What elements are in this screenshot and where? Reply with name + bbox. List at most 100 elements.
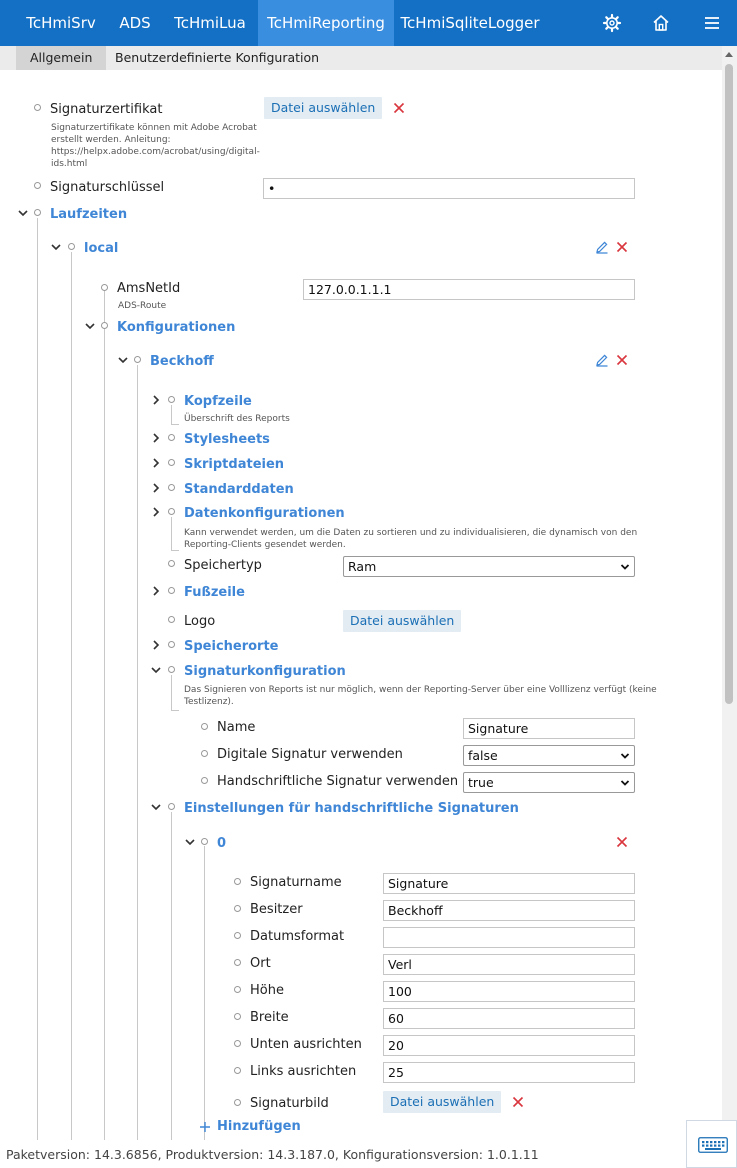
close-icon[interactable] [616, 354, 628, 366]
handschriftliche-signatur-select[interactable]: true [463, 772, 635, 793]
digitale-signatur-label: Digitale Signatur verwenden [217, 747, 403, 762]
chevron-right-icon[interactable] [150, 457, 162, 469]
tree-node-dot [168, 803, 175, 810]
signaturzertifikat-file-button[interactable]: Datei auswählen [264, 97, 383, 119]
close-icon[interactable] [393, 102, 405, 114]
datumsformat-label: Datumsformat [250, 929, 345, 944]
chevron-down-icon [620, 564, 630, 570]
unten-ausrichten-input[interactable]: 20 [383, 1035, 635, 1056]
kopfzeile-description: Überschrift des Reports [184, 414, 290, 424]
scroll-up-arrow-icon[interactable] [725, 52, 733, 57]
konfigurationen-group[interactable]: Konfigurationen [117, 320, 235, 335]
hoehe-input[interactable]: 100 [383, 981, 635, 1002]
description-line: ids.html [51, 159, 88, 169]
chevron-right-icon[interactable] [150, 394, 162, 406]
tab-ads[interactable]: ADS [108, 0, 162, 46]
speichertyp-select[interactable]: Ram [343, 556, 635, 577]
description-line: https://helpx.adobe.com/acrobat/using/di… [51, 147, 260, 157]
chevron-down-icon[interactable] [150, 801, 162, 813]
name-input[interactable]: Signature [463, 718, 635, 739]
sub-tabs: Allgemein Benutzerdefinierte Konfigurati… [0, 46, 722, 70]
chevron-down-icon[interactable] [184, 836, 196, 848]
tab-tchmisqlitelogger[interactable]: TcHmiSqliteLogger [396, 0, 544, 46]
ort-label: Ort [250, 956, 271, 971]
tree-node-dot [34, 209, 41, 216]
vertical-scrollbar[interactable] [722, 46, 737, 1136]
breite-input[interactable]: 60 [383, 1008, 635, 1029]
chevron-right-icon[interactable] [150, 639, 162, 651]
standarddaten-group[interactable]: Standarddaten [184, 482, 294, 497]
signaturname-input[interactable]: Signature [383, 873, 635, 894]
tree-guide-line [171, 405, 172, 425]
tab-benutzerdefinierte-konfiguration[interactable]: Benutzerdefinierte Konfiguration [101, 46, 333, 70]
einstellungen-group[interactable]: Einstellungen für handschriftliche Signa… [184, 801, 519, 816]
chevron-right-icon[interactable] [150, 432, 162, 444]
chevron-down-icon[interactable] [84, 320, 96, 332]
besitzer-input[interactable]: Beckhoff [383, 900, 635, 921]
description-line: Signaturzertifikate können mit Adobe Acr… [51, 123, 257, 133]
item-0-group[interactable]: 0 [217, 836, 226, 851]
chevron-down-icon[interactable] [117, 354, 129, 366]
tab-tchmisrv[interactable]: TcHmiSrv [16, 0, 106, 46]
menu-icon[interactable] [702, 13, 722, 33]
amsnetid-input[interactable]: 127.0.0.1.1.1 [303, 279, 635, 300]
handschriftliche-signatur-value: true [468, 775, 494, 790]
laufzeiten-group[interactable]: Laufzeiten [50, 207, 127, 222]
chevron-right-icon[interactable] [150, 482, 162, 494]
tree-node-dot [34, 182, 41, 189]
tab-tchmireporting[interactable]: TcHmiReporting [258, 0, 394, 46]
gear-icon[interactable] [602, 13, 622, 33]
tree-node-dot [168, 587, 175, 594]
besitzer-label: Besitzer [250, 902, 303, 917]
tree-node-dot [168, 666, 175, 673]
tree-node-dot [201, 750, 208, 757]
speicherorte-group[interactable]: Speicherorte [184, 639, 279, 654]
edit-pencil-icon[interactable] [595, 353, 609, 367]
keyboard-button[interactable] [686, 1120, 737, 1168]
signaturname-label: Signaturname [250, 875, 342, 890]
chevron-down-icon[interactable] [150, 664, 162, 676]
beckhoff-group[interactable]: Beckhoff [150, 354, 214, 369]
chevron-right-icon[interactable] [150, 506, 162, 518]
digitale-signatur-select[interactable]: false [463, 745, 635, 766]
scrollbar-thumb[interactable] [725, 64, 733, 704]
chevron-right-icon[interactable] [150, 585, 162, 597]
close-icon[interactable] [616, 241, 628, 253]
tab-tchmilua[interactable]: TcHmiLua [164, 0, 256, 46]
skriptdateien-group[interactable]: Skriptdateien [184, 457, 284, 472]
chevron-down-icon[interactable] [50, 241, 62, 253]
signaturkonfiguration-description: Das Signieren von Reports ist nur möglic… [184, 684, 657, 708]
stylesheets-group[interactable]: Stylesheets [184, 432, 270, 447]
signaturschluessel-input[interactable]: • [263, 178, 635, 199]
tree-node-dot [168, 459, 175, 466]
handschriftliche-signatur-label: Handschriftliche Signatur verwenden [217, 774, 459, 789]
home-icon[interactable] [651, 13, 671, 33]
datenkonfigurationen-description: Kann verwendet werden, um die Daten zu s… [184, 527, 637, 551]
edit-pencil-icon[interactable] [595, 240, 609, 254]
digitale-signatur-value: false [468, 748, 498, 763]
fusszeile-group[interactable]: Fußzeile [184, 585, 245, 600]
description-line: Reporting-Clients gesendet werden. [184, 540, 346, 550]
signaturkonfiguration-group[interactable]: Signaturkonfiguration [184, 664, 346, 679]
tree-guide-line [171, 675, 172, 711]
tree-guide-line [104, 290, 105, 1140]
logo-file-button[interactable]: Datei auswählen [343, 610, 462, 632]
hoehe-label: Höhe [250, 983, 284, 998]
signaturbild-file-button[interactable]: Datei auswählen [383, 1091, 502, 1113]
tree-guide-line [37, 218, 38, 1140]
kopfzeile-group[interactable]: Kopfzeile [184, 394, 252, 409]
chevron-down-icon[interactable] [17, 207, 29, 219]
ort-input[interactable]: Verl [383, 954, 635, 975]
tree-node-dot [234, 986, 241, 993]
close-icon[interactable] [512, 1096, 524, 1108]
links-ausrichten-input[interactable]: 25 [383, 1062, 635, 1083]
tree-node-dot [168, 560, 175, 567]
datumsformat-input[interactable] [383, 927, 635, 948]
add-item-label: Hinzufügen [217, 1119, 301, 1134]
datenkonfigurationen-group[interactable]: Datenkonfigurationen [184, 506, 345, 521]
tab-allgemein[interactable]: Allgemein [16, 46, 107, 70]
close-icon[interactable] [616, 836, 628, 848]
local-group[interactable]: local [84, 241, 118, 256]
tree-guide-line [171, 424, 179, 425]
tree-guide-line [171, 710, 179, 711]
